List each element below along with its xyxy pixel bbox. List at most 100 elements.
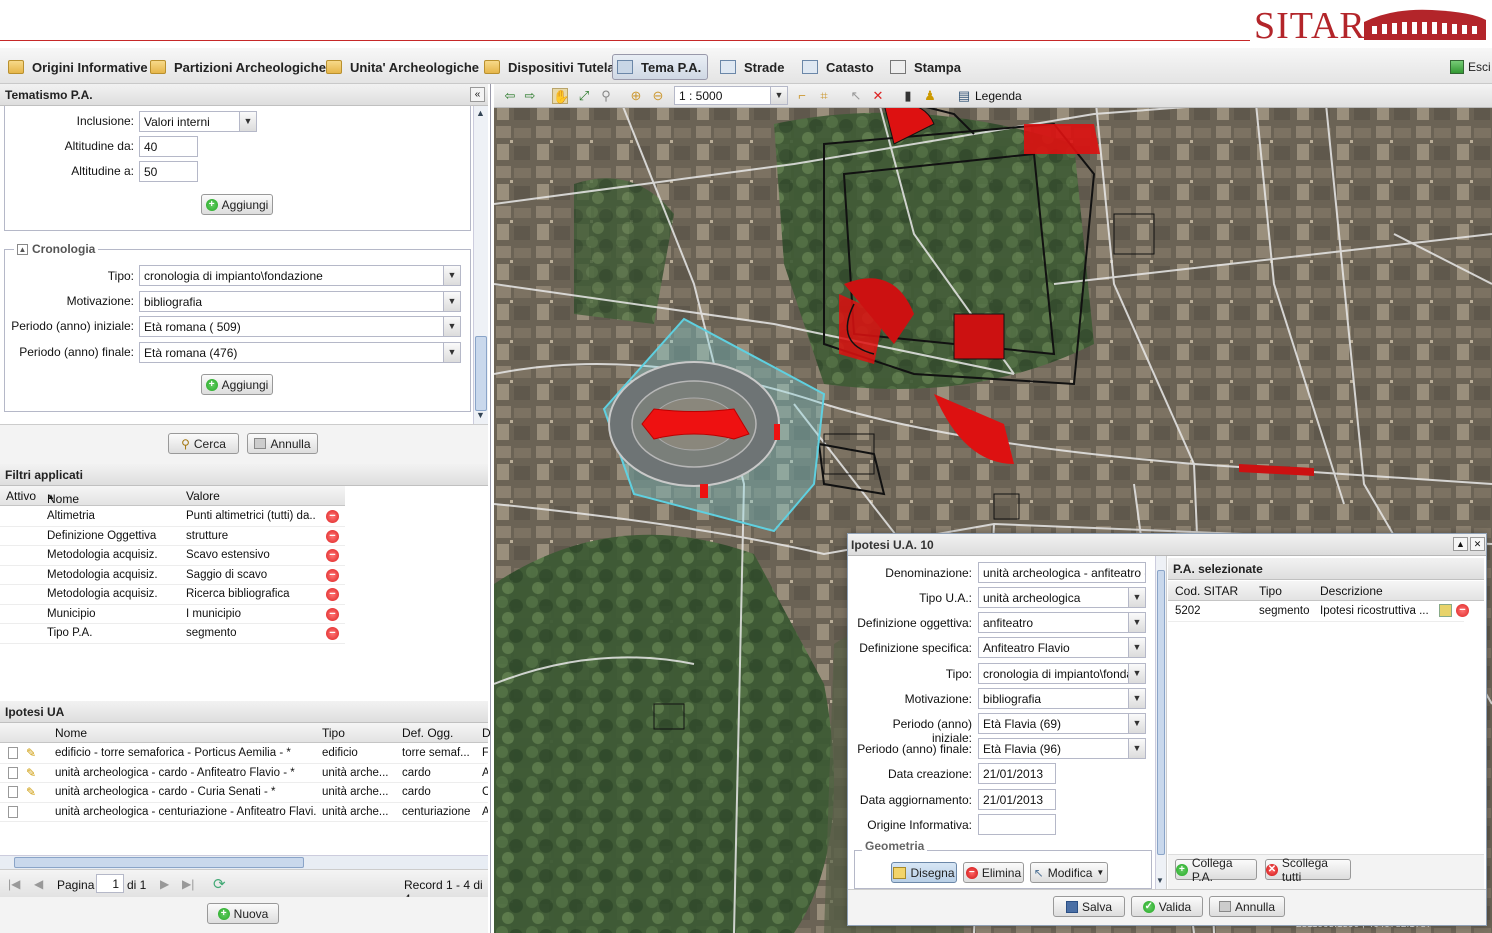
alt-da-input[interactable]: 40 — [139, 136, 198, 157]
prev-page-icon[interactable]: ◀ — [34, 877, 43, 891]
legend-icon[interactable]: ▤ — [956, 88, 972, 104]
next-page-icon[interactable]: ▶ — [160, 877, 169, 891]
measure-area-icon[interactable]: ⌗ — [816, 88, 832, 104]
col-tipo[interactable]: Tipo — [322, 726, 345, 740]
filtro-row[interactable]: ✓MunicipioI municipio− — [0, 605, 345, 624]
page-input[interactable]: 1 — [96, 874, 124, 893]
modifica-button[interactable]: ↖ Modifica ▼ — [1030, 862, 1108, 883]
h-scroll-thumb[interactable] — [14, 857, 304, 868]
col-attivo[interactable]: Attivo — [6, 489, 36, 503]
zoom-in-icon[interactable]: ⊕ — [628, 88, 644, 104]
ipotesi-row[interactable]: ✎ unità archeologica - cardo - Anfiteatro… — [0, 764, 488, 783]
col-tipo[interactable]: Tipo — [1259, 584, 1282, 598]
scroll-thumb[interactable] — [1157, 570, 1165, 855]
last-page-icon[interactable]: ▶| — [182, 877, 194, 891]
collapse-panel-button[interactable]: « — [470, 87, 485, 102]
legenda-button[interactable]: Legenda — [975, 89, 1022, 103]
pan-hand-icon[interactable]: ✋ — [552, 88, 569, 104]
dialog-select[interactable]: cronologia di impianto\fonda ▼ — [978, 663, 1146, 684]
h-scrollbar[interactable] — [0, 855, 488, 869]
ipotesi-row[interactable]: ✎ unità archeologica - cardo - Curia Sena… — [0, 783, 488, 803]
scroll-thumb[interactable] — [475, 336, 487, 411]
filtro-row[interactable]: ✓Metodologia acquisiz.Scavo estensivo− — [0, 546, 345, 566]
unlink-icon[interactable]: − — [1456, 604, 1469, 617]
remove-filter-icon[interactable]: − — [326, 627, 339, 640]
disegna-button[interactable]: Disegna — [891, 862, 957, 883]
edit-pencil-icon[interactable]: ✎ — [26, 785, 36, 799]
dialog-select[interactable]: Età Flavia (69) ▼ — [978, 713, 1146, 734]
filtro-row[interactable]: ✓Tipo P.A.segmento− — [0, 624, 345, 644]
document-icon[interactable] — [8, 786, 18, 798]
scollega-tutti-button[interactable]: ✕ Scollega tutti — [1265, 856, 1351, 884]
dialog-select[interactable]: anfiteatro ▼ — [978, 612, 1146, 633]
col-descrizione[interactable]: Descrizione — [1320, 584, 1383, 598]
col-d[interactable]: D — [482, 726, 491, 740]
remove-filter-icon[interactable]: − — [326, 510, 339, 523]
filtro-row[interactable]: ✓Metodologia acquisiz.Saggio di scavo− — [0, 566, 345, 585]
close-button[interactable]: ✕ — [1470, 537, 1485, 551]
collega-pa-button[interactable]: + Collega P.A. — [1175, 856, 1257, 884]
dialog-select[interactable]: Anfiteatro Flavio ▼ — [978, 637, 1146, 658]
scale-select[interactable]: 1 : 5000 ▼ — [674, 86, 788, 105]
scroll-down-icon[interactable]: ▼ — [476, 410, 485, 420]
annulla-dialog-button[interactable]: Annulla — [1209, 896, 1285, 917]
nav-unita-archeologiche[interactable]: Unita' Archeologiche — [322, 54, 483, 80]
zoom-box-icon[interactable]: ⚲ — [598, 88, 614, 104]
nav-tema-pa[interactable]: Tema P.A. — [612, 54, 708, 80]
filtro-row[interactable]: ✓AltimetriaPunti altimetrici (tutti) da.… — [0, 507, 345, 527]
col-cod[interactable]: Cod. SITAR — [1175, 584, 1238, 598]
inclusione-select[interactable]: Valori interni ▼ — [139, 111, 257, 132]
cronologia-legend[interactable]: ▲ Cronologia — [14, 242, 99, 256]
col-valore[interactable]: Valore — [186, 489, 220, 503]
scroll-down-icon[interactable]: ▼ — [1156, 876, 1164, 885]
select-arrow-icon[interactable]: ↖ — [848, 88, 864, 104]
exit-button[interactable]: Esci — [1446, 54, 1492, 80]
locate-on-map-icon[interactable] — [1439, 604, 1452, 617]
alt-a-input[interactable]: 50 — [139, 161, 198, 182]
aggiungi-button-2[interactable]: + Aggiungi — [201, 374, 273, 395]
zoom-out-icon[interactable]: ⊖ — [650, 88, 666, 104]
scroll-up-icon[interactable]: ▲ — [476, 108, 485, 118]
info-icon[interactable]: ▮ — [900, 88, 916, 104]
pa-row[interactable]: 5202 segmento Ipotesi ricostruttiva ... … — [1168, 602, 1469, 622]
annulla-button[interactable]: Annulla — [247, 433, 318, 454]
remove-filter-icon[interactable]: − — [326, 529, 339, 543]
ipotesi-row[interactable]: ✎ edificio - torre semaforica - Porticus … — [0, 744, 488, 764]
first-page-icon[interactable]: |◀ — [8, 877, 20, 891]
dialog-scrollbar[interactable]: ▼ — [1155, 556, 1166, 889]
valida-button[interactable]: ✓ Valida — [1131, 896, 1203, 917]
tematismo-scrollbar[interactable]: ▲ ▼ — [473, 106, 488, 424]
nuova-button[interactable]: + Nuova — [207, 903, 279, 924]
minimize-button[interactable]: ▲ — [1453, 537, 1468, 551]
filtro-row[interactable]: ✓Definizione Oggettivastrutture− — [0, 527, 345, 546]
nav-origini-informative[interactable]: Origini Informative — [4, 54, 152, 80]
periodo-iniziale-select[interactable]: Età romana ( 509) ▼ — [139, 316, 461, 337]
filtro-row[interactable]: ✓Metodologia acquisiz.Ricerca bibliograf… — [0, 585, 345, 605]
measure-line-icon[interactable]: ⌐ — [794, 88, 810, 104]
col-defogg[interactable]: Def. Ogg. — [402, 726, 453, 740]
nav-strade[interactable]: Strade — [716, 54, 788, 80]
street-view-icon[interactable]: ♟ — [922, 88, 938, 104]
document-icon[interactable] — [8, 747, 18, 759]
dialog-input[interactable]: 21/01/2013 — [978, 763, 1056, 784]
back-arrow-icon[interactable]: ⇦ — [502, 88, 518, 104]
dialog-input[interactable]: 21/01/2013 — [978, 789, 1056, 810]
cerca-button[interactable]: ⚲ Cerca — [168, 433, 239, 454]
periodo-finale-select[interactable]: Età romana (476) ▼ — [139, 342, 461, 363]
forward-arrow-icon[interactable]: ⇨ — [522, 88, 538, 104]
zoom-extent-icon[interactable]: ⤢ — [576, 88, 592, 104]
clear-icon[interactable]: ✕ — [870, 88, 886, 104]
nav-dispositivi-tutela[interactable]: Dispositivi Tutela — [480, 54, 619, 80]
dialog-input[interactable] — [978, 814, 1056, 835]
edit-pencil-icon[interactable]: ✎ — [26, 746, 36, 760]
col-nome[interactable]: Nome — [55, 726, 87, 740]
aggiungi-button-1[interactable]: + Aggiungi — [201, 194, 273, 215]
dialog-select[interactable]: unità archeologica ▼ — [978, 587, 1146, 608]
edit-pencil-icon[interactable]: ✎ — [26, 766, 36, 780]
motivazione-select[interactable]: bibliografia ▼ — [139, 291, 461, 312]
nav-catasto[interactable]: Catasto — [798, 54, 878, 80]
dialog-select[interactable]: bibliografia ▼ — [978, 688, 1146, 709]
salva-button[interactable]: Salva — [1053, 896, 1125, 917]
remove-filter-icon[interactable]: − — [326, 588, 339, 601]
remove-filter-icon[interactable]: − — [326, 607, 339, 621]
